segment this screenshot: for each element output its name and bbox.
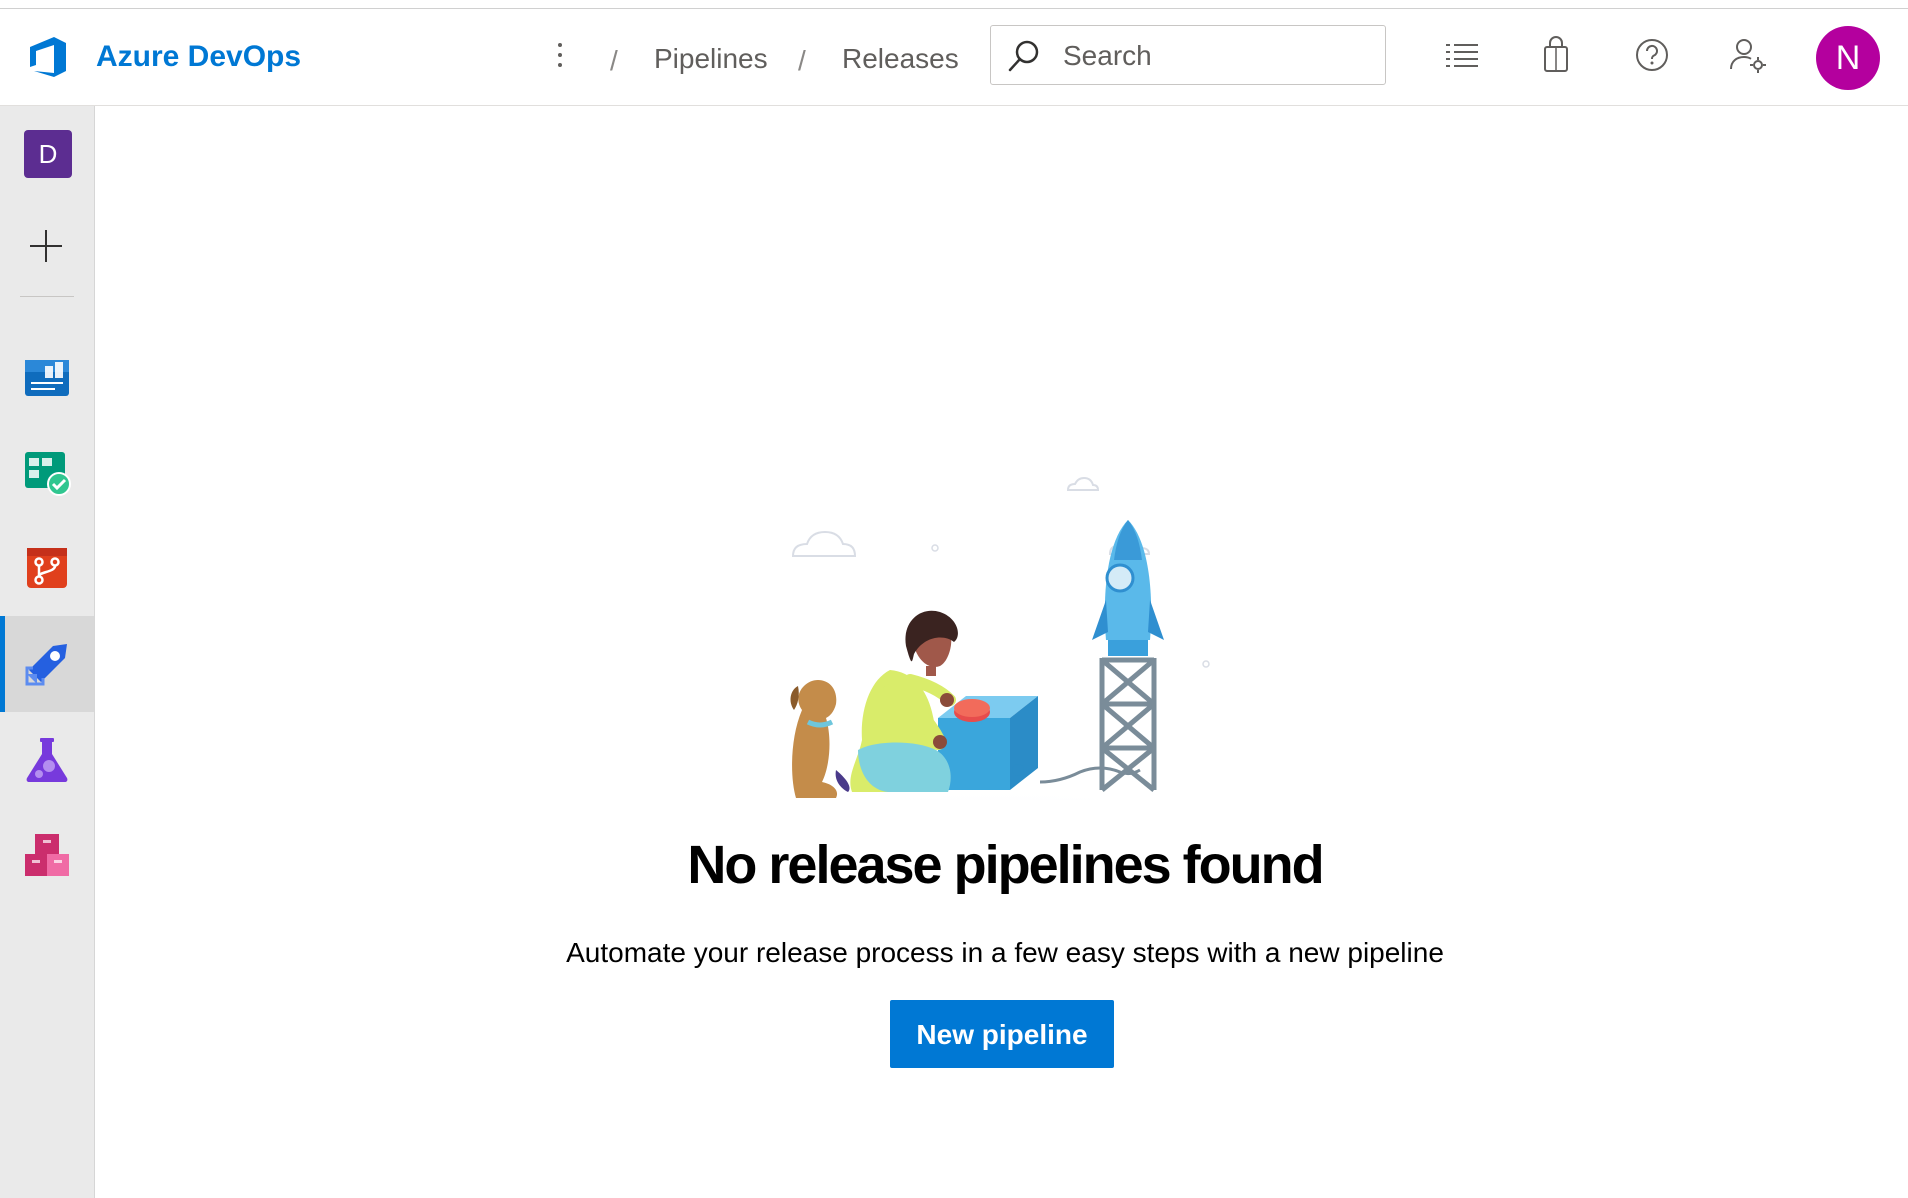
sidebar-item-boards[interactable]: [0, 424, 94, 520]
breadcrumb-pipelines[interactable]: Pipelines: [654, 39, 768, 79]
brand-name[interactable]: Azure DevOps: [96, 37, 301, 77]
sidebar-item-repos[interactable]: [0, 520, 94, 616]
azure-devops-logo-icon[interactable]: [24, 33, 72, 81]
user-settings-icon[interactable]: [1728, 35, 1768, 75]
sidebar-item-test-plans[interactable]: [0, 712, 94, 808]
user-avatar[interactable]: N: [1816, 26, 1880, 90]
sidebar-item-pipelines[interactable]: [0, 616, 94, 712]
left-nav-sidebar: D: [0, 106, 95, 1198]
sidebar-item-overview[interactable]: [0, 328, 94, 424]
help-icon[interactable]: [1632, 35, 1672, 75]
breadcrumb-separator: /: [798, 45, 806, 76]
boards-icon: [25, 452, 71, 496]
empty-state-title: No release pipelines found: [687, 835, 1324, 895]
new-pipeline-button[interactable]: New pipeline: [890, 1000, 1114, 1068]
breadcrumb-releases[interactable]: Releases: [842, 39, 959, 79]
top-header: Azure DevOps / Pipelines / Releases Sear…: [0, 9, 1908, 106]
task-list-icon[interactable]: [1442, 35, 1482, 75]
window-top-border: [0, 0, 1908, 9]
overview-icon: [25, 360, 69, 396]
search-icon: [1008, 40, 1039, 72]
empty-state-subtitle: Automate your release process in a few e…: [566, 937, 1444, 968]
breadcrumb-separator: /: [610, 45, 618, 76]
org-avatar[interactable]: D: [24, 130, 72, 178]
rocket-launch-illustration: [740, 476, 1260, 800]
marketplace-bag-icon[interactable]: [1536, 35, 1576, 75]
more-vertical-icon[interactable]: [548, 37, 572, 77]
search-placeholder: Search: [1063, 40, 1152, 71]
repos-icon: [27, 548, 67, 588]
test-plans-icon: [26, 738, 68, 782]
plus-icon[interactable]: [28, 228, 64, 264]
search-box[interactable]: Search: [990, 25, 1386, 85]
sidebar-divider: [20, 296, 74, 297]
pipelines-icon: [25, 644, 67, 686]
